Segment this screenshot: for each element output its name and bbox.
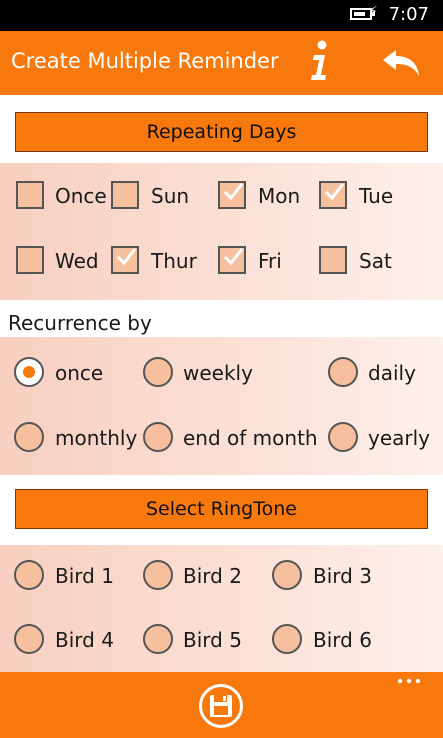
ringtone-radio-bird-5[interactable]	[143, 624, 173, 654]
recurrence-panel: once weekly daily monthly end of month y…	[0, 337, 443, 475]
ringtone-panel: Bird 1 Bird 2 Bird 3 Bird 4 Bird 5 Bird …	[0, 545, 443, 672]
floppy-disk-icon	[210, 695, 232, 717]
status-time: 7:07	[388, 4, 429, 25]
day-checkbox-wed[interactable]	[16, 246, 44, 274]
ringtone-radio-bird-1[interactable]	[14, 560, 44, 590]
repeating-days-button[interactable]: Repeating Days	[15, 112, 428, 152]
bottom-app-bar	[0, 672, 443, 738]
checkmark-icon	[116, 248, 136, 266]
day-label-tue: Tue	[359, 184, 394, 208]
ringtone-radio-bird-3[interactable]	[272, 560, 302, 590]
page-title: Create Multiple Reminder	[11, 49, 279, 73]
recurrence-label-once: once	[55, 361, 104, 385]
ringtone-label-bird-4: Bird 4	[55, 628, 114, 652]
ringtone-radio-bird-2[interactable]	[143, 560, 173, 590]
day-label-mon: Mon	[258, 184, 301, 208]
charging-plug-icon: ⚡	[368, 4, 378, 20]
app-header: Create Multiple Reminder	[0, 31, 443, 95]
ringtone-label-bird-6: Bird 6	[313, 628, 372, 652]
checkmark-icon	[223, 248, 243, 266]
save-button[interactable]	[199, 684, 243, 728]
day-label-sat: Sat	[359, 249, 392, 273]
day-label-wed: Wed	[55, 249, 99, 273]
day-checkbox-sat[interactable]	[319, 246, 347, 274]
day-checkbox-thur[interactable]	[111, 246, 139, 274]
day-label-once: Once	[55, 184, 107, 208]
day-checkbox-mon[interactable]	[218, 181, 246, 209]
day-label-sun: Sun	[151, 184, 190, 208]
recurrence-label-end-of-month: end of month	[183, 426, 318, 450]
recurrence-label-monthly: monthly	[55, 426, 138, 450]
status-bar: ⚡ 7:07	[0, 0, 443, 31]
ellipsis-icon[interactable]	[397, 678, 421, 684]
recurrence-label: Recurrence by	[8, 311, 152, 335]
day-label-thur: Thur	[151, 249, 197, 273]
info-icon[interactable]	[308, 39, 332, 83]
recurrence-label-yearly: yearly	[368, 426, 431, 450]
repeating-days-panel: Once Sun Mon Tue Wed Thur Fri Sat	[0, 163, 443, 300]
recurrence-label-weekly: weekly	[183, 361, 253, 385]
ringtone-label-bird-2: Bird 2	[183, 564, 242, 588]
ringtone-label-bird-1: Bird 1	[55, 564, 114, 588]
recurrence-radio-end-of-month[interactable]	[143, 422, 173, 452]
recurrence-radio-weekly[interactable]	[143, 357, 173, 387]
checkmark-icon	[223, 183, 243, 201]
day-checkbox-tue[interactable]	[319, 181, 347, 209]
recurrence-radio-yearly[interactable]	[328, 422, 358, 452]
recurrence-radio-monthly[interactable]	[14, 422, 44, 452]
recurrence-label-daily: daily	[368, 361, 416, 385]
day-label-fri: Fri	[258, 249, 282, 273]
ringtone-label-bird-5: Bird 5	[183, 628, 242, 652]
day-checkbox-sun[interactable]	[111, 181, 139, 209]
recurrence-radio-daily[interactable]	[328, 357, 358, 387]
recurrence-radio-once[interactable]	[14, 357, 44, 387]
ringtone-radio-bird-4[interactable]	[14, 624, 44, 654]
back-arrow-icon[interactable]	[380, 47, 422, 79]
select-ringtone-button[interactable]: Select RingTone	[15, 489, 428, 529]
checkmark-icon	[324, 183, 344, 201]
ringtone-radio-bird-6[interactable]	[272, 624, 302, 654]
day-checkbox-fri[interactable]	[218, 246, 246, 274]
ringtone-label-bird-3: Bird 3	[313, 564, 372, 588]
day-checkbox-once[interactable]	[16, 181, 44, 209]
